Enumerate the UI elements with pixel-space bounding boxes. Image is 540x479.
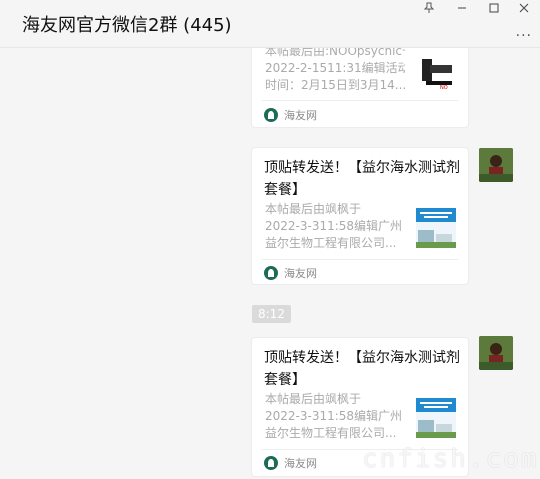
source-logo-icon — [264, 266, 278, 280]
close-icon[interactable] — [514, 0, 534, 16]
card-desc-line: 2022-3-311:58编辑广州 — [265, 409, 403, 423]
card-desc-line: 本帖最后由飒枫于 — [265, 202, 362, 216]
card-desc-line: 时间：2月15日到3月14... — [265, 78, 405, 92]
more-options-button[interactable]: ··· — [516, 28, 532, 44]
card-source: 海友网 — [264, 107, 317, 123]
chat-title: 海友网官方微信2群 (445) — [22, 15, 232, 36]
maximize-icon[interactable] — [484, 0, 504, 16]
card-desc-line: 2022-3-311:58编辑广州 — [265, 219, 403, 233]
watermark: cnfish.com — [362, 444, 539, 474]
source-logo-icon — [264, 108, 278, 122]
card-desc-line: 益尔生物工程有限公司... — [265, 426, 397, 440]
chat-area[interactable]: 本帖最后由:NOOpsychic于 2022-2-1511:31编辑活动 时间：… — [0, 48, 540, 479]
card-source: 海友网 — [264, 265, 317, 281]
message-timestamp: 8:12 — [252, 305, 291, 323]
card-title: 顶贴转发送！【益尔海水测试剂套餐】 — [264, 160, 460, 198]
card-source-label: 海友网 — [284, 267, 317, 280]
card-thumbnail: NO — [416, 51, 456, 91]
card-thumbnail — [416, 208, 456, 248]
card-desc-line: 2022-2-1511:31编辑活动 — [265, 61, 405, 75]
card-desc-line: 本帖最后由:NOOpsychic于 — [265, 48, 405, 58]
avatar[interactable] — [479, 336, 513, 370]
card-desc-line: 益尔生物工程有限公司... — [265, 236, 397, 250]
card-source: 海友网 — [264, 455, 317, 471]
link-card[interactable]: 顶贴转发送！【益尔海水测试剂套餐】 本帖最后由飒枫于 2022-3-311:58… — [251, 147, 469, 285]
card-desc-line: 本帖最后由飒枫于 — [265, 392, 362, 406]
card-thumbnail — [416, 398, 456, 438]
card-source-label: 海友网 — [284, 457, 317, 470]
card-source-label: 海友网 — [284, 109, 317, 122]
minimize-icon[interactable] — [452, 0, 472, 16]
title-bar: 海友网官方微信2群 (445) ··· — [0, 0, 540, 48]
source-logo-icon — [264, 456, 278, 470]
pin-icon[interactable] — [419, 0, 439, 16]
card-title: 顶贴转发送！【益尔海水测试剂套餐】 — [264, 350, 460, 388]
svg-text:NO: NO — [440, 85, 448, 91]
avatar[interactable] — [479, 148, 513, 182]
link-card[interactable]: 本帖最后由:NOOpsychic于 2022-2-1511:31编辑活动 时间：… — [251, 48, 469, 128]
